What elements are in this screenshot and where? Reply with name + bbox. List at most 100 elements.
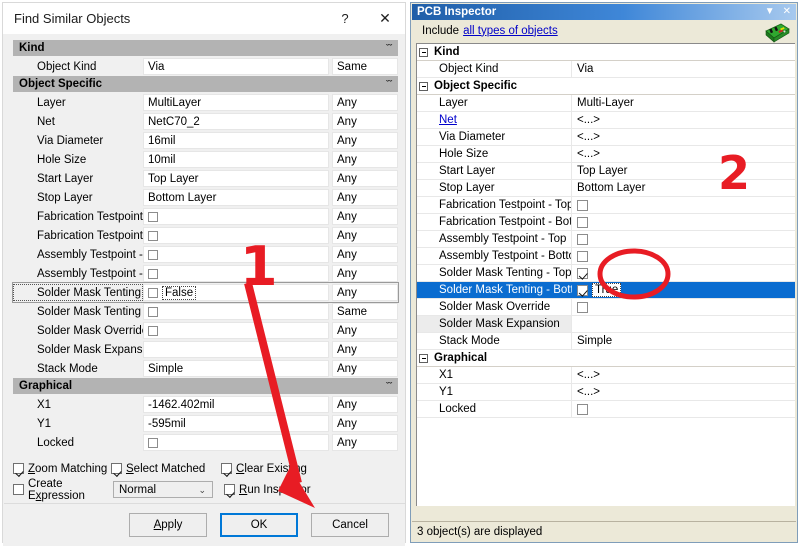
property-row[interactable]: Net NetC70_2 Any — [13, 112, 398, 131]
inspector-row-value[interactable] — [572, 316, 795, 332]
collapse-chevron-icon[interactable]: ˇˇ — [386, 379, 392, 393]
match-mode-cell[interactable]: Any — [332, 434, 398, 451]
checkbox-icon[interactable] — [148, 230, 158, 241]
include-link[interactable]: all types of objects — [463, 25, 558, 37]
property-value[interactable]: 10mil — [143, 151, 329, 168]
match-mode-cell[interactable]: Any — [332, 151, 398, 168]
inspector-row-value[interactable]: <...> — [572, 367, 795, 383]
collapse-chevron-icon[interactable]: ˇˇ — [386, 41, 392, 55]
match-mode-cell[interactable]: Any — [332, 94, 398, 111]
match-mode-cell[interactable]: Any — [332, 265, 398, 282]
property-row[interactable]: Object Kind Via Same — [13, 57, 398, 76]
collapse-minus-icon[interactable] — [419, 353, 428, 363]
inspector-row[interactable]: Fabrication Testpoint - Bottom — [417, 214, 795, 231]
property-row[interactable]: Locked Any — [13, 433, 398, 452]
property-value[interactable]: MultiLayer — [143, 94, 329, 111]
property-row[interactable]: Stop Layer Bottom Layer Any — [13, 188, 398, 207]
property-value[interactable]: Top Layer — [143, 170, 329, 187]
collapse-chevron-icon[interactable]: ˇˇ — [386, 77, 392, 91]
match-mode-cell[interactable]: Any — [332, 322, 398, 339]
match-mode-cell[interactable]: Same — [332, 303, 398, 320]
inspector-row-value[interactable] — [572, 299, 795, 315]
match-mode-cell[interactable]: Any — [332, 170, 398, 187]
match-mode-cell[interactable]: Any — [332, 341, 398, 358]
match-mode-cell[interactable]: Any — [332, 284, 398, 301]
select-matched-checkbox[interactable]: Select Matched — [111, 463, 221, 475]
checkbox-icon[interactable] — [148, 268, 158, 279]
close-icon[interactable]: ✕ — [365, 3, 405, 34]
match-mode-cell[interactable]: Any — [332, 189, 398, 206]
property-row[interactable]: Assembly Testpoint - Bot Any — [13, 264, 398, 283]
collapse-minus-icon[interactable] — [419, 47, 428, 57]
match-mode-cell[interactable]: Any — [332, 360, 398, 377]
match-mode-cell[interactable]: Any — [332, 227, 398, 244]
property-row[interactable]: Solder Mask Override Any — [13, 321, 398, 340]
match-mode-cell[interactable]: Any — [332, 132, 398, 149]
checkbox-icon[interactable] — [577, 301, 588, 313]
inspector-row-value[interactable]: Bottom Layer — [572, 180, 795, 196]
property-row[interactable]: Solder Mask Tenting - T False Any — [12, 282, 399, 303]
inspector-row[interactable]: Net <...> — [417, 112, 795, 129]
checkbox-icon[interactable] — [148, 211, 158, 222]
match-mode-cell[interactable]: Any — [332, 396, 398, 413]
checkbox-icon[interactable] — [577, 216, 588, 228]
inspector-row[interactable]: Assembly Testpoint - Top — [417, 231, 795, 248]
chevron-down-icon[interactable]: ▼ — [765, 7, 775, 17]
property-row[interactable]: Start Layer Top Layer Any — [13, 169, 398, 188]
match-mode-cell[interactable]: Any — [332, 415, 398, 432]
checkbox-icon[interactable] — [148, 287, 158, 298]
inspector-row[interactable]: Locked — [417, 401, 795, 418]
inspector-row[interactable]: Via Diameter <...> — [417, 129, 795, 146]
inspector-section-kind[interactable]: Kind — [417, 44, 795, 61]
inspector-row[interactable]: Solder Mask Expansion — [417, 316, 795, 333]
property-row[interactable]: Fabrication Testpoint - T Any — [13, 207, 398, 226]
close-icon[interactable]: ✕ — [783, 7, 791, 17]
match-mode-cell[interactable]: Any — [332, 246, 398, 263]
inspector-row-value[interactable] — [572, 214, 795, 230]
inspector-section-object-specific[interactable]: Object Specific — [417, 78, 795, 95]
apply-button[interactable]: Apply — [129, 513, 207, 537]
property-row[interactable]: Stack Mode Simple Any — [13, 359, 398, 378]
property-row[interactable]: Fabrication Testpoint - B Any — [13, 226, 398, 245]
inspector-row-value[interactable] — [572, 231, 795, 247]
section-header-kind[interactable]: Kind ˇˇ — [13, 40, 398, 57]
property-value[interactable]: NetC70_2 — [143, 113, 329, 130]
checkbox-icon[interactable] — [577, 403, 588, 415]
property-row[interactable]: Hole Size 10mil Any — [13, 150, 398, 169]
checkbox-icon[interactable] — [577, 267, 588, 279]
checkbox-icon[interactable] — [148, 306, 158, 317]
property-row[interactable]: X1 -1462.402mil Any — [13, 395, 398, 414]
checkbox-icon[interactable] — [577, 250, 588, 262]
match-mode-cell[interactable]: Any — [332, 113, 398, 130]
property-value[interactable] — [143, 246, 329, 263]
checkbox-icon[interactable] — [577, 284, 588, 296]
inspector-row-value[interactable]: <...> — [572, 384, 795, 400]
inspector-row[interactable]: Object Kind Via — [417, 61, 795, 78]
inspector-row-value[interactable]: <...> — [572, 129, 795, 145]
collapse-minus-icon[interactable] — [419, 81, 428, 91]
property-row[interactable]: Solder Mask Tenting - B Same — [13, 302, 398, 321]
property-row[interactable]: Y1 -595mil Any — [13, 414, 398, 433]
help-icon[interactable]: ? — [325, 3, 365, 34]
checkbox-icon[interactable] — [577, 199, 588, 211]
create-expression-checkbox[interactable]: Create Expression — [13, 478, 111, 502]
inspector-row[interactable]: Layer Multi-Layer — [417, 95, 795, 112]
section-header-object-specific[interactable]: Object Specific ˇˇ — [13, 76, 398, 93]
inspector-row-value[interactable]: <...> — [572, 112, 795, 128]
checkbox-icon[interactable] — [148, 249, 158, 260]
inspector-row-value[interactable]: <...> — [572, 146, 795, 162]
inspector-row-value[interactable]: Via — [572, 61, 795, 77]
checkbox-icon[interactable] — [577, 233, 588, 245]
inspector-row-label[interactable]: Net — [417, 112, 572, 128]
inspector-row-value[interactable]: Simple — [572, 333, 795, 349]
inspector-row[interactable]: X1 <...> — [417, 367, 795, 384]
property-row[interactable]: Via Diameter 16mil Any — [13, 131, 398, 150]
property-value[interactable]: 16mil — [143, 132, 329, 149]
inspector-row[interactable]: Solder Mask Override — [417, 299, 795, 316]
checkbox-icon[interactable] — [148, 325, 158, 336]
property-row[interactable]: Solder Mask Expansion Any — [13, 340, 398, 359]
inspector-row-value[interactable]: Top Layer — [572, 163, 795, 179]
property-value[interactable] — [143, 227, 329, 244]
inspector-row-value[interactable]: Multi-Layer — [572, 95, 795, 111]
mode-select[interactable]: Normal ⌄ — [113, 481, 213, 498]
